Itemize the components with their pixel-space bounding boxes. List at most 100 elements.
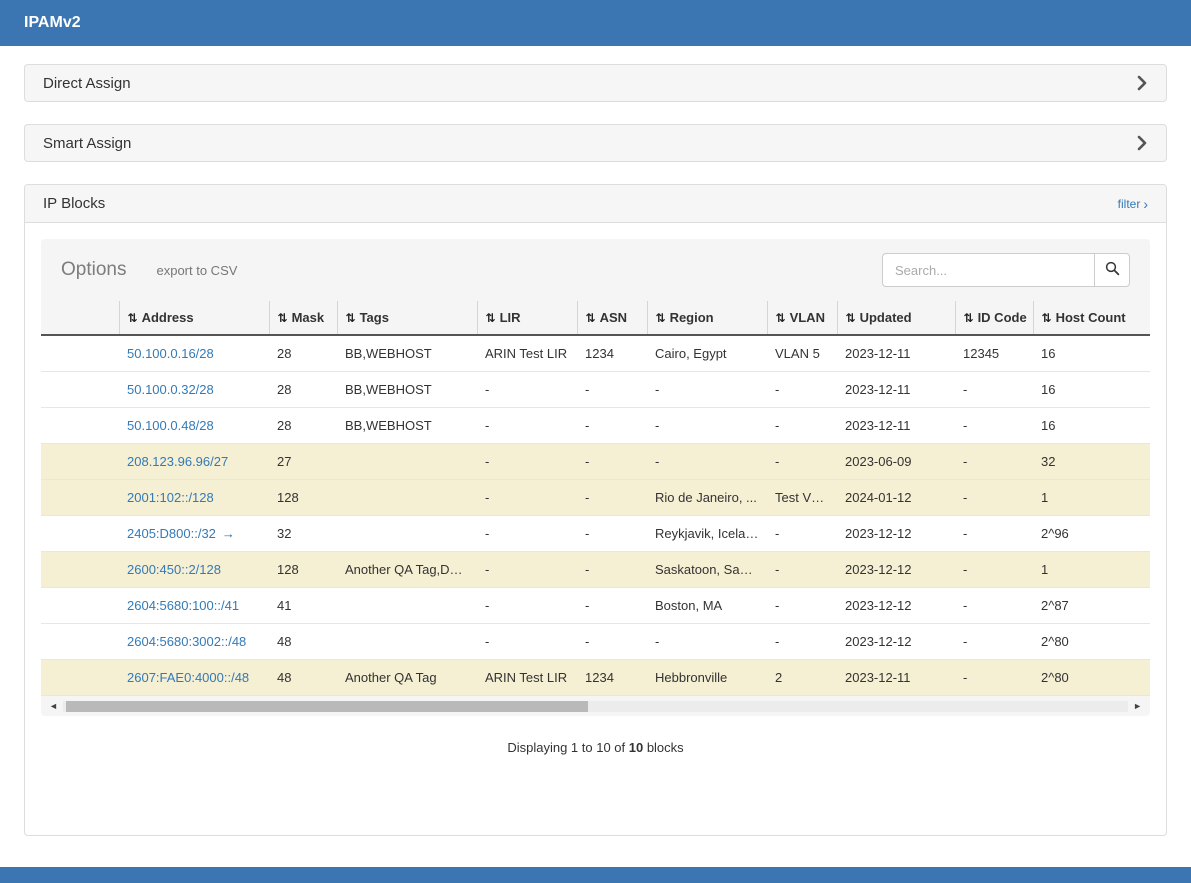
cell-tags xyxy=(337,588,477,624)
search-input[interactable] xyxy=(882,253,1094,287)
address-link[interactable]: 2405:D800::/32 xyxy=(127,526,216,541)
app-header: IPAMv2 xyxy=(0,0,1191,46)
cell-address: 208.123.96.96/27 xyxy=(119,444,269,480)
cell-address: 50.100.0.48/28 xyxy=(119,408,269,444)
ip-blocks-title: IP Blocks xyxy=(43,195,105,212)
column-header-lir[interactable]: ⇅LIR xyxy=(477,301,577,335)
column-header-mask[interactable]: ⇅Mask xyxy=(269,301,337,335)
filter-link[interactable]: filter › xyxy=(1118,197,1148,211)
cell-id-code: - xyxy=(955,588,1033,624)
panel-ip-blocks: IP Blocks filter › Options export to CSV xyxy=(24,184,1167,836)
cell-asn: - xyxy=(577,480,647,516)
cell-tags xyxy=(337,516,477,552)
column-label: Tags xyxy=(360,310,389,325)
search-button[interactable] xyxy=(1094,253,1130,287)
cell-tags: Another QA Tag,DH... xyxy=(337,552,477,588)
sort-icon: ⇅ xyxy=(346,311,356,325)
address-link[interactable]: 50.100.0.32/28 xyxy=(127,382,214,397)
options-title: Options xyxy=(61,259,126,281)
address-link[interactable]: 2607:FAE0:4000::/48 xyxy=(127,670,249,685)
cell-address: 2001:102::/128 xyxy=(119,480,269,516)
cell-mask: 28 xyxy=(269,408,337,444)
scroll-left-icon[interactable]: ◄ xyxy=(49,702,58,711)
main-content: Direct Assign Smart Assign IP Blocks fil… xyxy=(0,46,1191,836)
cell-updated: 2023-12-12 xyxy=(837,516,955,552)
address-link[interactable]: 2604:5680:100::/41 xyxy=(127,598,239,613)
column-header-id-code[interactable]: ⇅ID Code xyxy=(955,301,1033,335)
cell-asn: - xyxy=(577,444,647,480)
sort-icon: ⇅ xyxy=(964,311,974,325)
cell-updated: 2023-06-09 xyxy=(837,444,955,480)
column-label: Address xyxy=(142,310,194,325)
scrollbar-track[interactable] xyxy=(63,701,1128,712)
cell-address: 2604:5680:3002::/48 xyxy=(119,624,269,660)
panel-smart-assign[interactable]: Smart Assign xyxy=(24,124,1167,162)
column-header-asn[interactable]: ⇅ASN xyxy=(577,301,647,335)
cell-id-code: - xyxy=(955,444,1033,480)
cell-mask: 48 xyxy=(269,660,337,696)
chevron-right-icon: › xyxy=(1143,197,1148,211)
column-label: LIR xyxy=(500,310,521,325)
column-header-updated[interactable]: ⇅Updated xyxy=(837,301,955,335)
column-header-vlan[interactable]: ⇅VLAN xyxy=(767,301,837,335)
ip-blocks-header: IP Blocks filter › xyxy=(25,185,1166,223)
cell-updated: 2023-12-12 xyxy=(837,552,955,588)
cell-mask: 48 xyxy=(269,624,337,660)
sort-icon: ⇅ xyxy=(846,311,856,325)
column-label: Region xyxy=(670,310,714,325)
scroll-right-icon[interactable]: ► xyxy=(1133,702,1142,711)
cell-id-code: - xyxy=(955,660,1033,696)
cell-vlan: - xyxy=(767,588,837,624)
cell-tags: BB,WEBHOST xyxy=(337,408,477,444)
ip-blocks-table-head-row: ⇅Address⇅Mask⇅Tags⇅LIR⇅ASN⇅Region⇅VLAN⇅U… xyxy=(41,301,1150,335)
ip-blocks-table-body: 50.100.0.16/2828BB,WEBHOSTARIN Test LIR1… xyxy=(41,335,1150,696)
address-link[interactable]: 2600:450::2/128 xyxy=(127,562,221,577)
cell-asn: - xyxy=(577,552,647,588)
column-header-address[interactable]: ⇅Address xyxy=(119,301,269,335)
cell-tags: BB,WEBHOST xyxy=(337,335,477,372)
row-spacer xyxy=(41,335,119,372)
cell-id-code: - xyxy=(955,516,1033,552)
cell-region: - xyxy=(647,444,767,480)
assigned-arrow-icon: → xyxy=(222,526,235,541)
row-spacer xyxy=(41,408,119,444)
sort-icon: ⇅ xyxy=(1042,311,1052,325)
cell-region: Reykjavik, Iceland xyxy=(647,516,767,552)
cell-region: Saskatoon, Sask... xyxy=(647,552,767,588)
ip-blocks-table: ⇅Address⇅Mask⇅Tags⇅LIR⇅ASN⇅Region⇅VLAN⇅U… xyxy=(41,301,1150,696)
address-link[interactable]: 2001:102::/128 xyxy=(127,490,214,505)
scrollbar-thumb[interactable] xyxy=(66,701,588,712)
column-header-host-count[interactable]: ⇅Host Count xyxy=(1033,301,1150,335)
cell-tags: BB,WEBHOST xyxy=(337,372,477,408)
panel-direct-assign[interactable]: Direct Assign xyxy=(24,64,1167,102)
address-link[interactable]: 208.123.96.96/27 xyxy=(127,454,228,469)
cell-id-code: - xyxy=(955,480,1033,516)
status-count: 10 xyxy=(629,740,643,755)
table-row: 208.123.96.96/2727----2023-06-09-32 xyxy=(41,444,1150,480)
cell-asn: 1234 xyxy=(577,660,647,696)
cell-asn: 1234 xyxy=(577,335,647,372)
cell-vlan: Test VL... xyxy=(767,480,837,516)
cell-vlan: 2 xyxy=(767,660,837,696)
export-csv-link[interactable]: export to CSV xyxy=(156,263,237,278)
cell-tags xyxy=(337,624,477,660)
cell-address: 2405:D800::/32 → xyxy=(119,516,269,552)
cell-vlan: - xyxy=(767,372,837,408)
bottom-bar xyxy=(0,867,1191,883)
cell-region: Cairo, Egypt xyxy=(647,335,767,372)
column-header-tags[interactable]: ⇅ Tags xyxy=(337,301,477,335)
cell-updated: 2023-12-11 xyxy=(837,335,955,372)
address-link[interactable]: 50.100.0.16/28 xyxy=(127,346,214,361)
column-header-region[interactable]: ⇅Region xyxy=(647,301,767,335)
cell-mask: 128 xyxy=(269,552,337,588)
sort-icon: ⇅ xyxy=(776,311,786,325)
filter-link-label: filter xyxy=(1118,197,1141,211)
app-title: IPAMv2 xyxy=(24,14,81,32)
address-link[interactable]: 2604:5680:3002::/48 xyxy=(127,634,246,649)
address-link[interactable]: 50.100.0.48/28 xyxy=(127,418,214,433)
sort-icon: ⇅ xyxy=(278,311,288,325)
cell-vlan: - xyxy=(767,552,837,588)
cell-lir: ARIN Test LIR xyxy=(477,335,577,372)
cell-region: Boston, MA xyxy=(647,588,767,624)
table-row: 50.100.0.48/2828BB,WEBHOST----2023-12-11… xyxy=(41,408,1150,444)
